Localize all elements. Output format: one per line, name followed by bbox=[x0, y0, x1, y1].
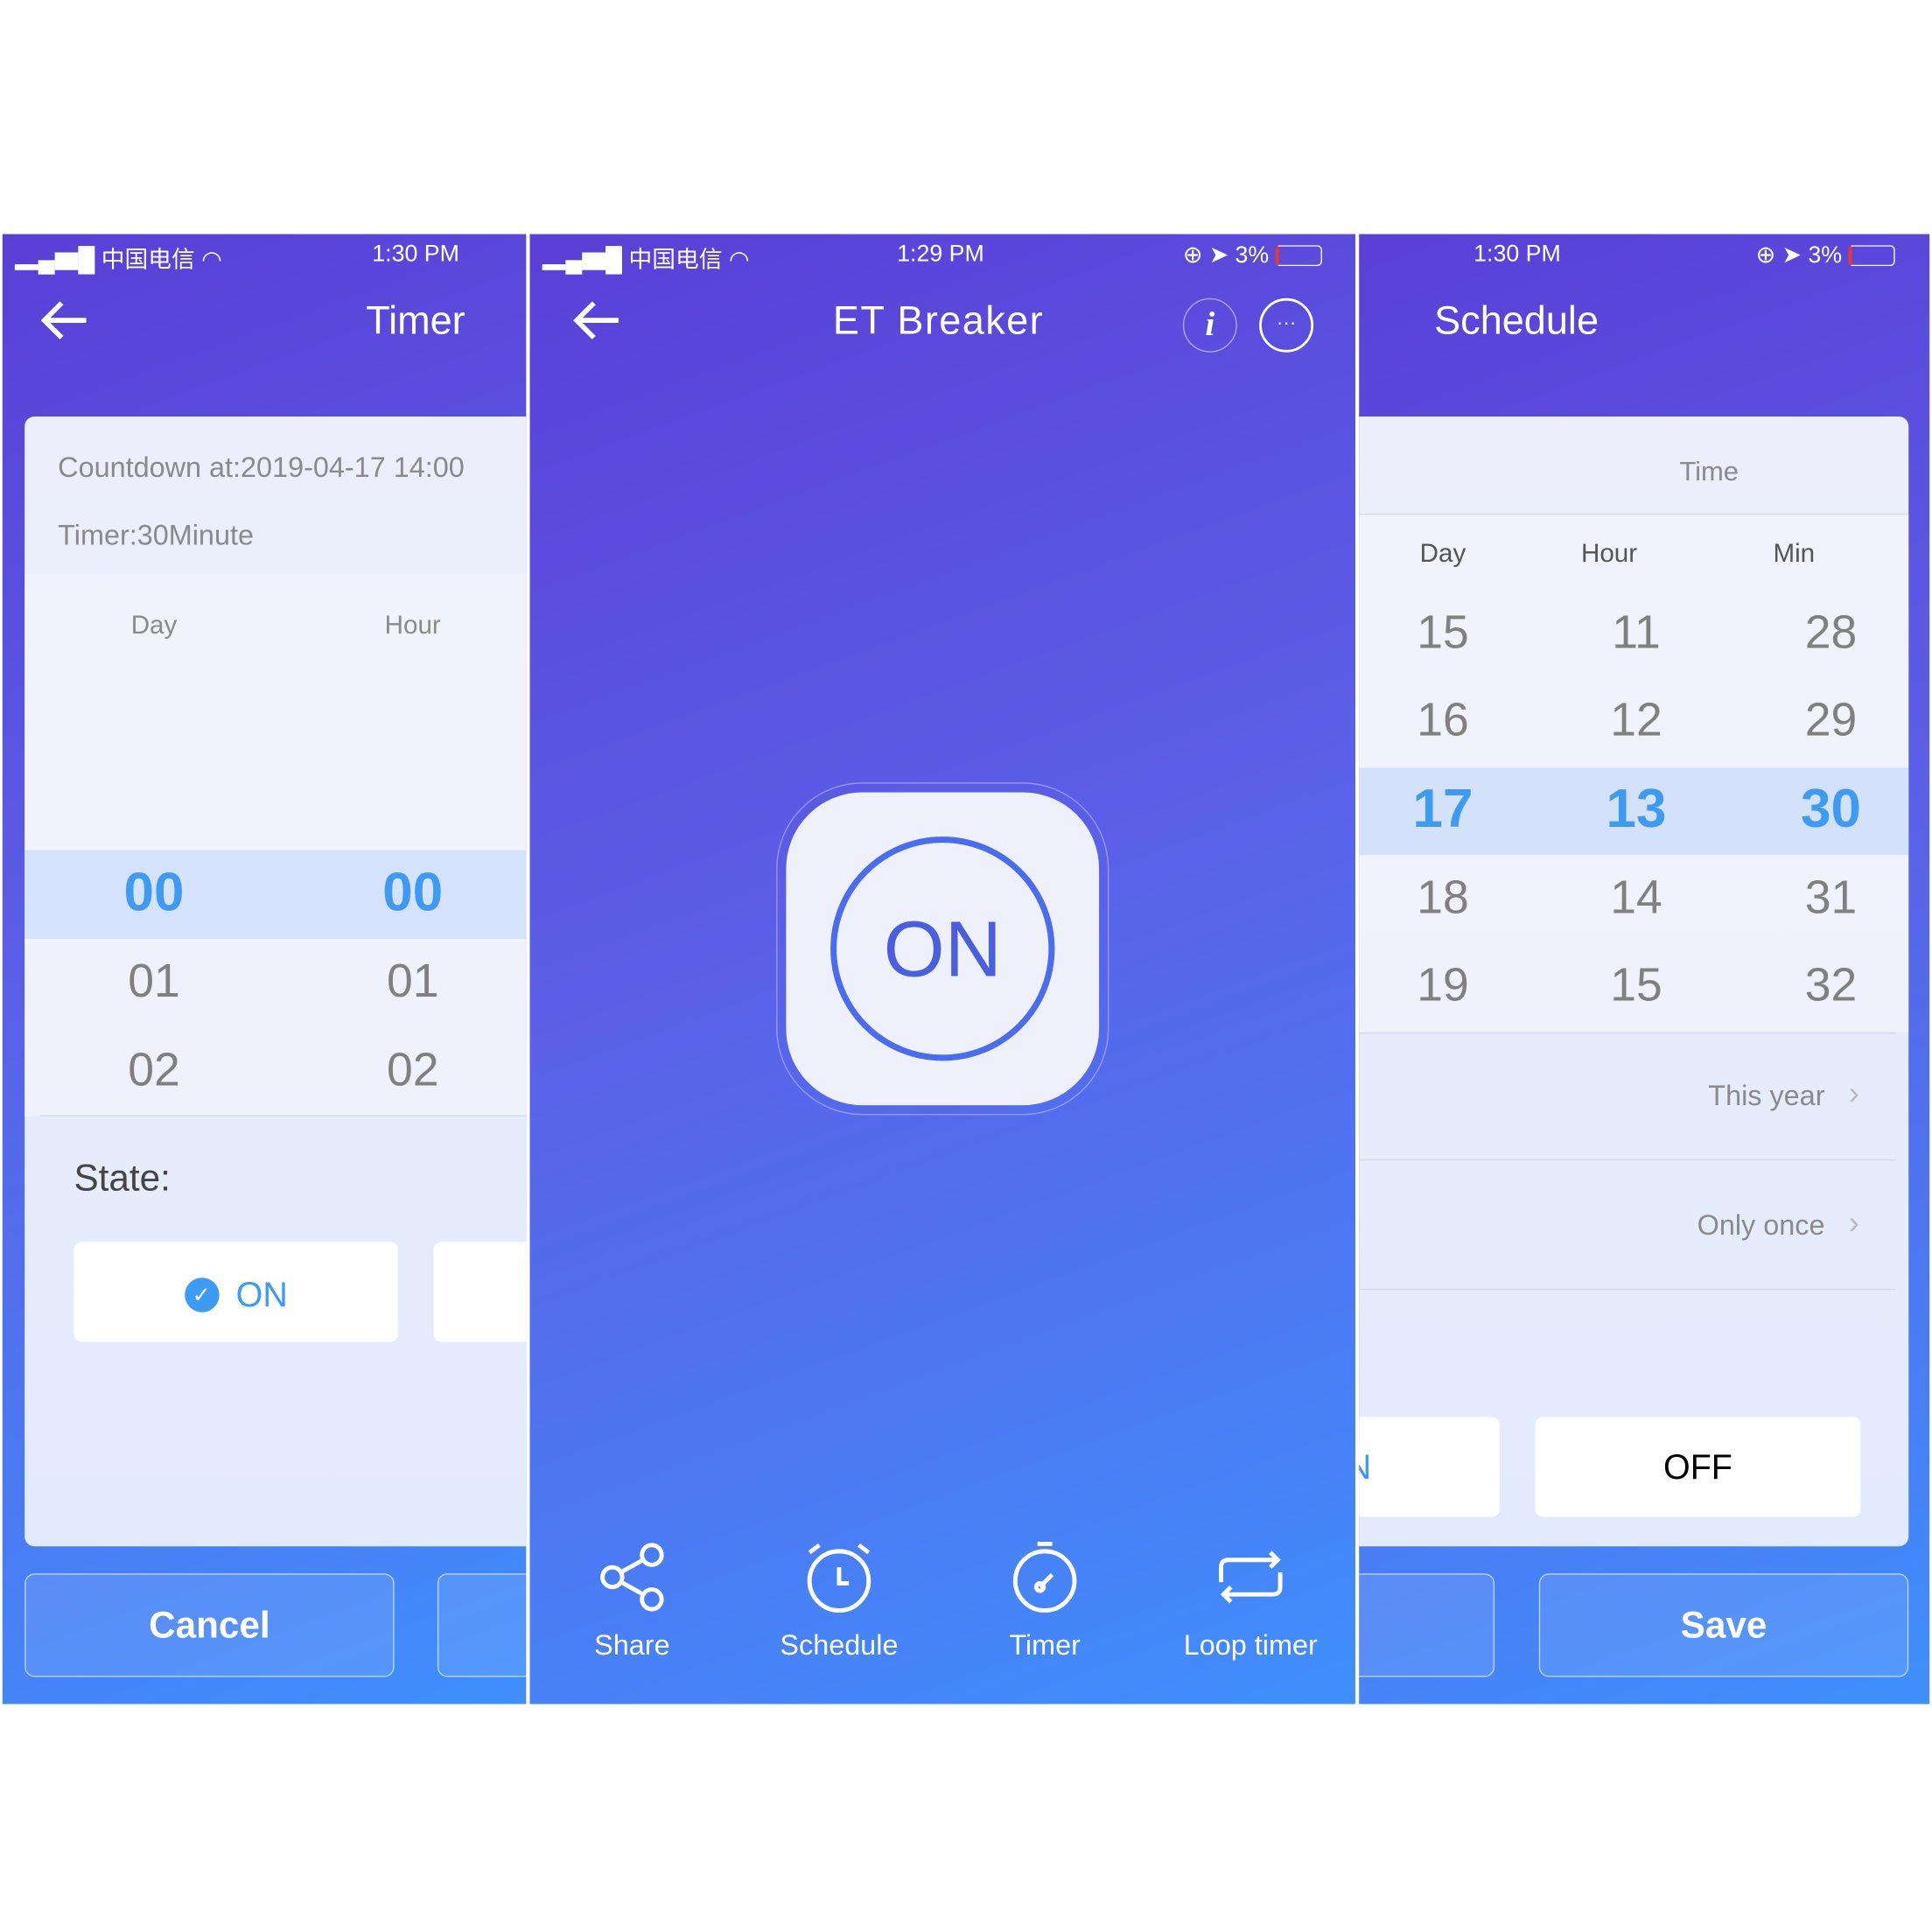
battery-percent: 3% bbox=[1235, 242, 1270, 269]
repeat-selector[interactable]: Only once bbox=[1698, 1208, 1825, 1242]
wifi-icon: ◠ bbox=[201, 248, 222, 274]
hour-picker-selected[interactable]: 13 bbox=[1563, 779, 1711, 840]
timer-card: Countdown at:2019-04-17 14:00 Timer:30Mi… bbox=[24, 416, 527, 1547]
page-title: Schedule bbox=[1434, 298, 1600, 343]
location-icon: ➤ bbox=[1208, 242, 1229, 269]
hour-picker-item[interactable]: 15 bbox=[1563, 960, 1711, 1013]
tab-schedule[interactable]: Schedule bbox=[740, 1540, 937, 1662]
status-bar: ▂▄▆█ 中国电信 ◠ bbox=[542, 248, 750, 274]
loop-icon bbox=[1219, 1550, 1283, 1604]
status-right: ⊕ ➤ 3% bbox=[1756, 242, 1895, 270]
battery-icon bbox=[1848, 245, 1895, 267]
save-button[interactable]: Save bbox=[1538, 1573, 1909, 1677]
hour-picker-item[interactable]: 02 bbox=[339, 1045, 486, 1098]
orientation-lock-icon: ⊕ bbox=[1755, 242, 1776, 269]
state-label: State: bbox=[74, 1158, 171, 1200]
carrier: 中国电信 bbox=[101, 248, 195, 274]
day-picker-selected[interactable]: 17 bbox=[1368, 779, 1516, 840]
day-picker-item[interactable]: 16 bbox=[1368, 695, 1516, 748]
page-title: Timer bbox=[366, 298, 466, 343]
schedule-card: Time Day Hour Min 15 16 17 18 19 11 12 13 14 15 28… bbox=[1359, 416, 1909, 1547]
min-picker-selected[interactable]: 30 bbox=[1757, 779, 1905, 840]
hour-picker-item[interactable]: 14 bbox=[1563, 872, 1711, 926]
alarm-clock-icon bbox=[807, 1543, 872, 1613]
status-time: 1:30 PM bbox=[372, 241, 459, 268]
status-bar: ▂▄▆█ 中国电信 ◠ bbox=[15, 242, 222, 275]
cancel-button[interactable]: l bbox=[1359, 1573, 1495, 1677]
stopwatch-icon bbox=[1012, 1541, 1077, 1613]
chevron-right-icon: › bbox=[1848, 1203, 1859, 1242]
tab-timer[interactable]: Timer bbox=[946, 1540, 1143, 1662]
battery-percent: 3% bbox=[1808, 242, 1843, 269]
timer-screen: ▂▄▆█ 中国电信 ◠ 1:30 PM Timer Countdown at:2… bbox=[2, 234, 527, 1704]
signal-icon: ▂▄▆█ bbox=[14, 248, 95, 274]
day-picker-item[interactable]: 15 bbox=[1368, 607, 1516, 661]
page-title: ET Breaker bbox=[832, 298, 1045, 343]
chevron-right-icon: › bbox=[1848, 1074, 1859, 1112]
share-icon bbox=[600, 1543, 664, 1612]
power-state-label: ON bbox=[830, 836, 1055, 1061]
status-time: 1:29 PM bbox=[897, 241, 984, 268]
column-hour: Hour bbox=[384, 611, 441, 640]
more-icon[interactable]: ··· bbox=[1259, 298, 1314, 353]
back-arrow-icon[interactable] bbox=[570, 298, 624, 343]
day-picker-item[interactable]: 18 bbox=[1368, 872, 1516, 926]
state-on-button[interactable]: ✓ ON bbox=[74, 1242, 398, 1342]
tab-loop-timer[interactable]: Loop timer bbox=[1152, 1540, 1349, 1662]
hour-picker-item[interactable]: 12 bbox=[1563, 695, 1711, 748]
location-icon: ➤ bbox=[1782, 242, 1802, 269]
hour-picker-selected[interactable]: 00 bbox=[339, 863, 486, 924]
day-picker-item[interactable]: 02 bbox=[80, 1045, 228, 1098]
schedule-screen: 1:30 PM ⊕ ➤ 3% Schedule Time Day Hour Mi… bbox=[1359, 234, 1930, 1704]
timer-text: Timer:30Minute bbox=[58, 518, 254, 551]
status-time: 1:30 PM bbox=[1474, 241, 1561, 268]
day-picker-selected[interactable]: 00 bbox=[80, 863, 228, 924]
device-screen: ▂▄▆█ 中国电信 ◠ 1:29 PM ⊕ ➤ 3% ET Breaker i … bbox=[529, 234, 1355, 1704]
signal-icon: ▂▄▆█ bbox=[542, 248, 623, 274]
back-arrow-icon[interactable] bbox=[37, 298, 91, 343]
cancel-button[interactable]: Cancel bbox=[24, 1573, 395, 1677]
section-time: Time bbox=[1679, 456, 1740, 487]
min-picker-item[interactable]: 29 bbox=[1757, 695, 1905, 748]
countdown-text: Countdown at:2019-04-17 14:00 bbox=[58, 451, 465, 483]
column-day: Day bbox=[1419, 539, 1466, 569]
day-picker-item[interactable]: 01 bbox=[80, 956, 228, 1010]
battery-icon bbox=[1275, 245, 1323, 267]
status-right: ⊕ ➤ 3% bbox=[1182, 242, 1323, 270]
power-button[interactable]: ON bbox=[786, 792, 1100, 1106]
hour-picker-item[interactable]: 11 bbox=[1563, 607, 1711, 661]
orientation-lock-icon: ⊕ bbox=[1182, 242, 1203, 269]
wifi-icon: ◠ bbox=[728, 248, 750, 274]
column-hour: Hour bbox=[1581, 539, 1638, 569]
state-on-button[interactable]: ON bbox=[1359, 1417, 1500, 1517]
column-day: Day bbox=[130, 611, 178, 640]
min-picker-item[interactable]: 31 bbox=[1757, 872, 1905, 926]
state-off-button[interactable] bbox=[433, 1242, 527, 1342]
year-selector[interactable]: This year bbox=[1708, 1080, 1824, 1113]
min-picker-item[interactable]: 32 bbox=[1757, 960, 1905, 1013]
save-button[interactable] bbox=[437, 1573, 527, 1677]
hour-picker-item[interactable]: 01 bbox=[339, 956, 486, 1010]
info-icon[interactable]: i bbox=[1182, 298, 1237, 353]
tab-share[interactable]: Share bbox=[534, 1540, 731, 1662]
day-picker-item[interactable]: 19 bbox=[1368, 960, 1516, 1013]
state-off-button[interactable]: OFF bbox=[1535, 1417, 1861, 1517]
min-picker-item[interactable]: 28 bbox=[1757, 607, 1905, 661]
check-circle-icon: ✓ bbox=[184, 1277, 219, 1312]
column-min: Min bbox=[1773, 539, 1816, 569]
